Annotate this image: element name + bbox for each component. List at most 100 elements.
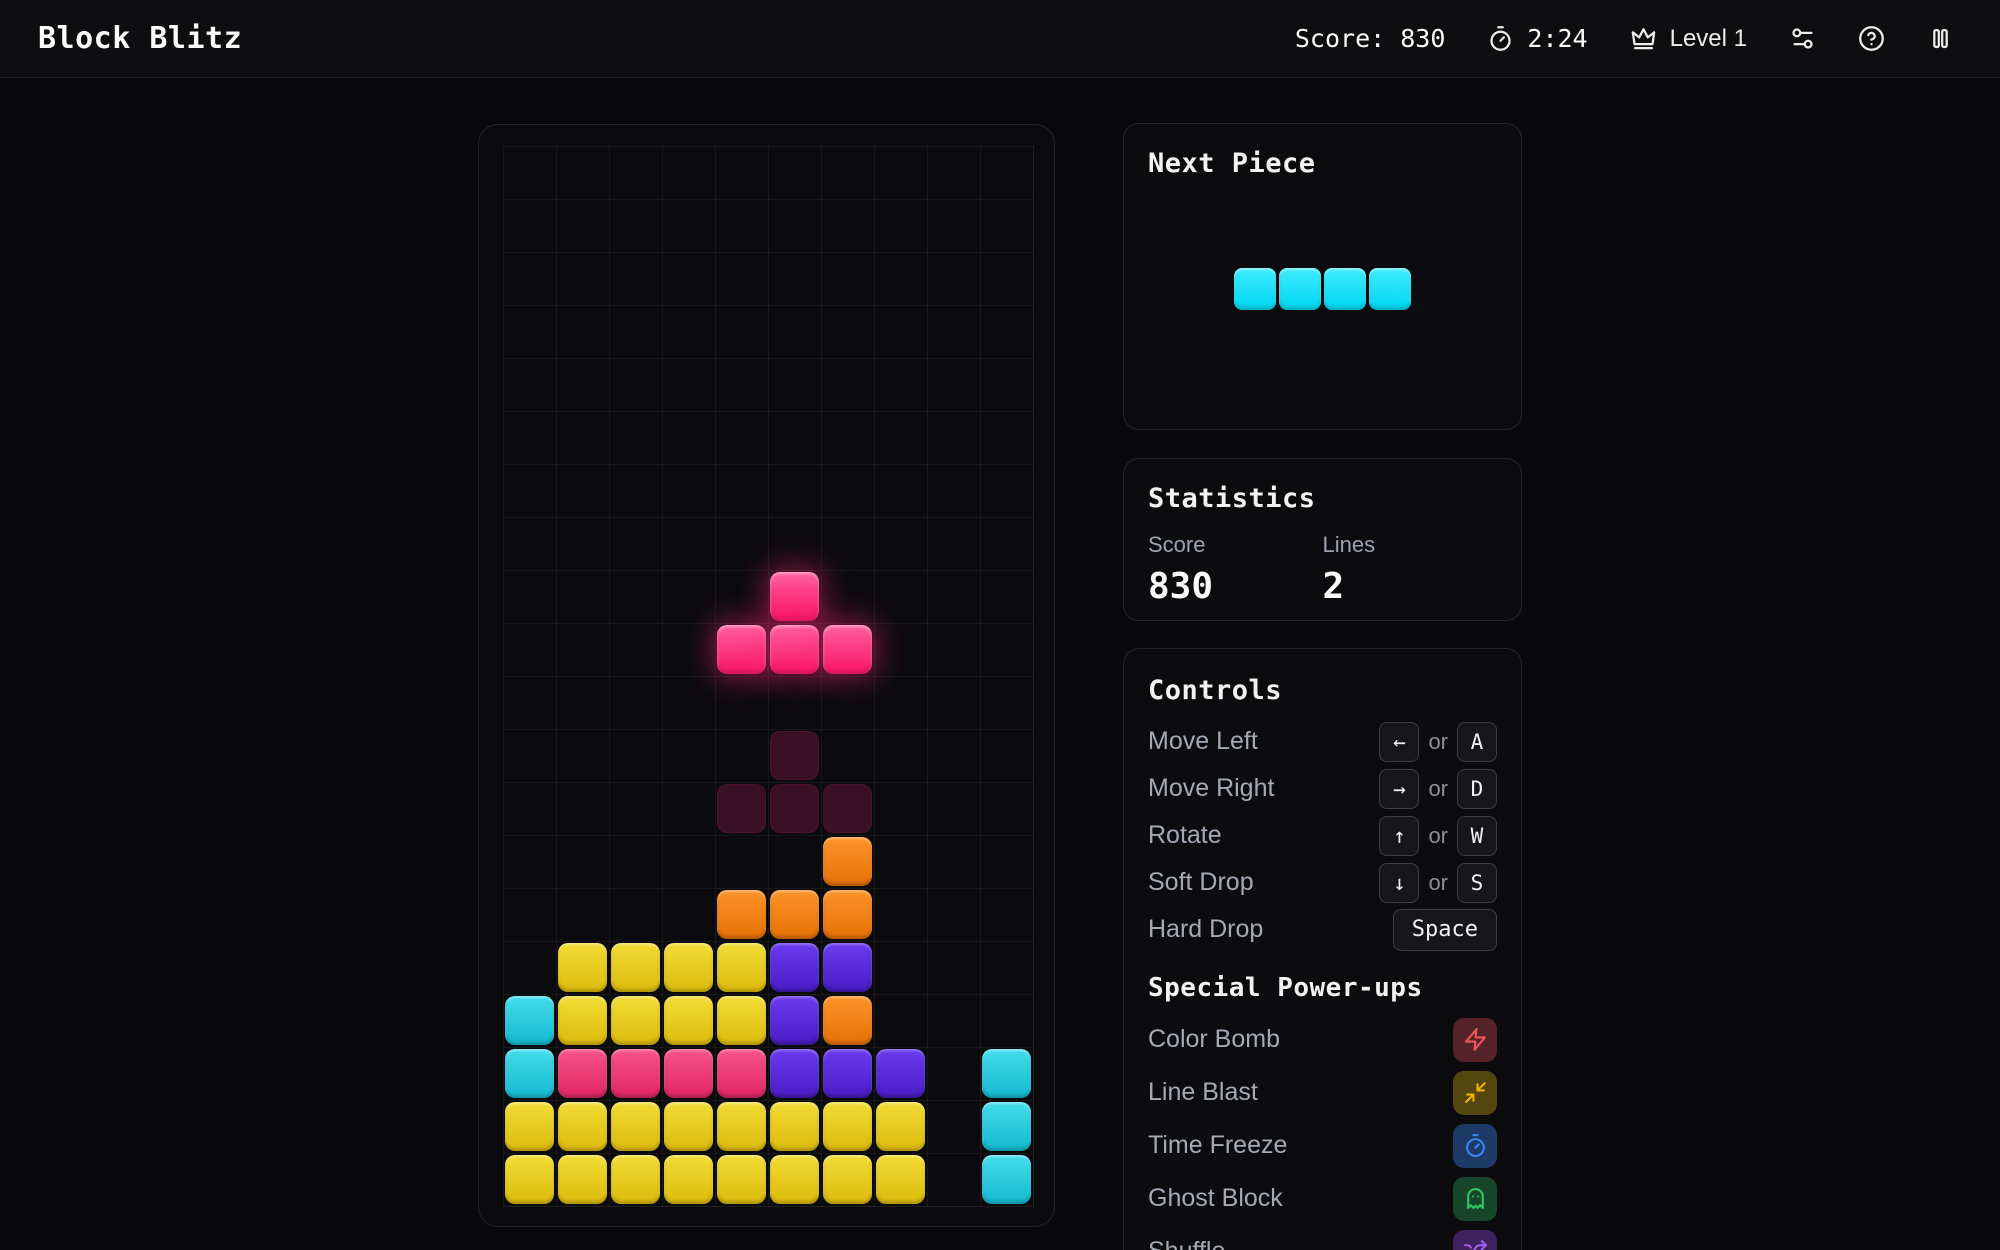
ghost-piece-cell xyxy=(823,784,872,833)
timer-icon xyxy=(1487,25,1514,52)
control-label: Hard Drop xyxy=(1148,915,1264,943)
powerup-label: Line Blast xyxy=(1148,1078,1258,1106)
falling-piece-cell xyxy=(770,625,819,674)
or-text: or xyxy=(1428,822,1448,848)
board-cell-pink xyxy=(611,1049,660,1098)
lines-stat-label: Lines xyxy=(1322,532,1376,557)
control-row: Rotate ↑ or W xyxy=(1148,812,1497,859)
control-label: Soft Drop xyxy=(1148,868,1254,896)
board-cell-cyan xyxy=(505,996,554,1045)
board-cell-yellow xyxy=(611,996,660,1045)
score-stat-value: 830 xyxy=(1148,566,1214,607)
board-cell-yellow xyxy=(558,1155,607,1204)
color-bomb-button[interactable] xyxy=(1453,1017,1497,1062)
or-text: or xyxy=(1428,728,1448,754)
board-cell-purple xyxy=(770,996,819,1045)
time-freeze-button[interactable] xyxy=(1453,1123,1497,1168)
board-cell-pink xyxy=(558,1049,607,1098)
crown-icon xyxy=(1630,25,1657,52)
control-label: Rotate xyxy=(1148,821,1222,849)
control-rows: Move Left ← or A Move Right → or D Rotate ↑ o… xyxy=(1148,718,1497,953)
level-display: Level 1 xyxy=(1669,24,1747,52)
next-piece-title: Next Piece xyxy=(1148,148,1316,179)
ghost-piece-cell xyxy=(770,784,819,833)
shuffle-button[interactable] xyxy=(1453,1229,1497,1250)
key-chip: Space xyxy=(1392,908,1497,951)
app-title: Block Blitz xyxy=(38,21,243,56)
game-board-frame xyxy=(478,124,1055,1227)
or-text: or xyxy=(1428,775,1448,801)
shuffle-icon xyxy=(1463,1240,1487,1250)
board-cell-yellow xyxy=(717,1102,766,1151)
falling-piece-cell xyxy=(770,572,819,621)
falling-piece-cell xyxy=(823,625,872,674)
board-cell-yellow xyxy=(770,1155,819,1204)
board-cell-purple xyxy=(823,1049,872,1098)
next-piece-panel: Next Piece xyxy=(1123,123,1522,430)
next-piece-block xyxy=(1234,268,1276,310)
board-cell-pink xyxy=(664,1049,713,1098)
board-cell-purple xyxy=(770,943,819,992)
board-cell-yellow xyxy=(664,1155,713,1204)
help-icon xyxy=(1858,25,1885,52)
key-chip: ↓ xyxy=(1379,862,1420,903)
ghost-block-button[interactable] xyxy=(1453,1176,1497,1221)
board-cell-yellow xyxy=(717,1155,766,1204)
score-stat: Score 830 xyxy=(1148,532,1323,607)
powerup-rows: Color Bomb Line Blast Time Freeze Ghost … xyxy=(1148,1013,1497,1250)
key-chip: W xyxy=(1457,815,1497,856)
settings-button[interactable] xyxy=(1789,25,1816,52)
help-button[interactable] xyxy=(1858,25,1885,52)
control-label: Move Right xyxy=(1148,774,1275,802)
line-blast-button[interactable] xyxy=(1453,1070,1497,1115)
zap-icon xyxy=(1464,1028,1486,1051)
board-cell-yellow xyxy=(611,1102,660,1151)
board-cell-yellow xyxy=(823,1102,872,1151)
board-cell-yellow xyxy=(823,1155,872,1204)
board-cell-yellow xyxy=(664,943,713,992)
compress-icon xyxy=(1464,1082,1486,1103)
control-row: Move Left ← or A xyxy=(1148,718,1497,765)
board-cell-yellow xyxy=(611,943,660,992)
board-cell-yellow xyxy=(558,1102,607,1151)
ghost-icon xyxy=(1466,1188,1484,1209)
board-cell-yellow xyxy=(558,996,607,1045)
control-row: Move Right → or D xyxy=(1148,765,1497,812)
next-piece-block xyxy=(1279,268,1321,310)
control-keys: ↓ or S xyxy=(1379,862,1497,903)
board-cell-yellow xyxy=(664,1102,713,1151)
next-piece-block xyxy=(1324,268,1366,310)
next-piece-block xyxy=(1369,268,1411,310)
powerup-row: Ghost Block xyxy=(1148,1172,1497,1225)
block-blitz-app: Block Blitz Score: 830 2:24 Level 1 Next… xyxy=(0,0,2000,1250)
control-keys: ← or A xyxy=(1379,721,1497,762)
game-board-grid xyxy=(503,146,1034,1207)
board-cell-yellow xyxy=(505,1155,554,1204)
board-cell-pink xyxy=(717,1049,766,1098)
board-cell-yellow xyxy=(717,996,766,1045)
lines-stat-value: 2 xyxy=(1322,566,1345,607)
board-cell-yellow xyxy=(770,1102,819,1151)
board-cell-orange xyxy=(717,890,766,939)
board-cell-orange xyxy=(770,890,819,939)
pause-button[interactable] xyxy=(1927,25,1954,52)
board-cell-yellow xyxy=(558,943,607,992)
board-cell-purple xyxy=(876,1049,925,1098)
stopwatch-icon xyxy=(1465,1134,1485,1157)
board-cell-yellow xyxy=(664,996,713,1045)
control-label: Move Left xyxy=(1148,727,1258,755)
control-keys: Space xyxy=(1392,908,1497,951)
key-chip: ← xyxy=(1379,721,1420,762)
header-status-cluster: Score: 830 2:24 Level 1 xyxy=(1295,24,1954,53)
score-display: Score: 830 xyxy=(1294,24,1446,53)
powerup-row: Color Bomb xyxy=(1148,1013,1497,1066)
powerup-row: Line Blast xyxy=(1148,1066,1497,1119)
board-cell-yellow xyxy=(505,1102,554,1151)
powerup-label: Shuffle xyxy=(1148,1237,1225,1250)
control-keys: ↑ or W xyxy=(1379,815,1497,856)
board-cell-orange xyxy=(823,837,872,886)
next-piece-preview xyxy=(1148,179,1497,405)
lines-stat: Lines 2 xyxy=(1323,532,1498,607)
board-cell-purple xyxy=(770,1049,819,1098)
control-keys: → or D xyxy=(1379,768,1497,809)
